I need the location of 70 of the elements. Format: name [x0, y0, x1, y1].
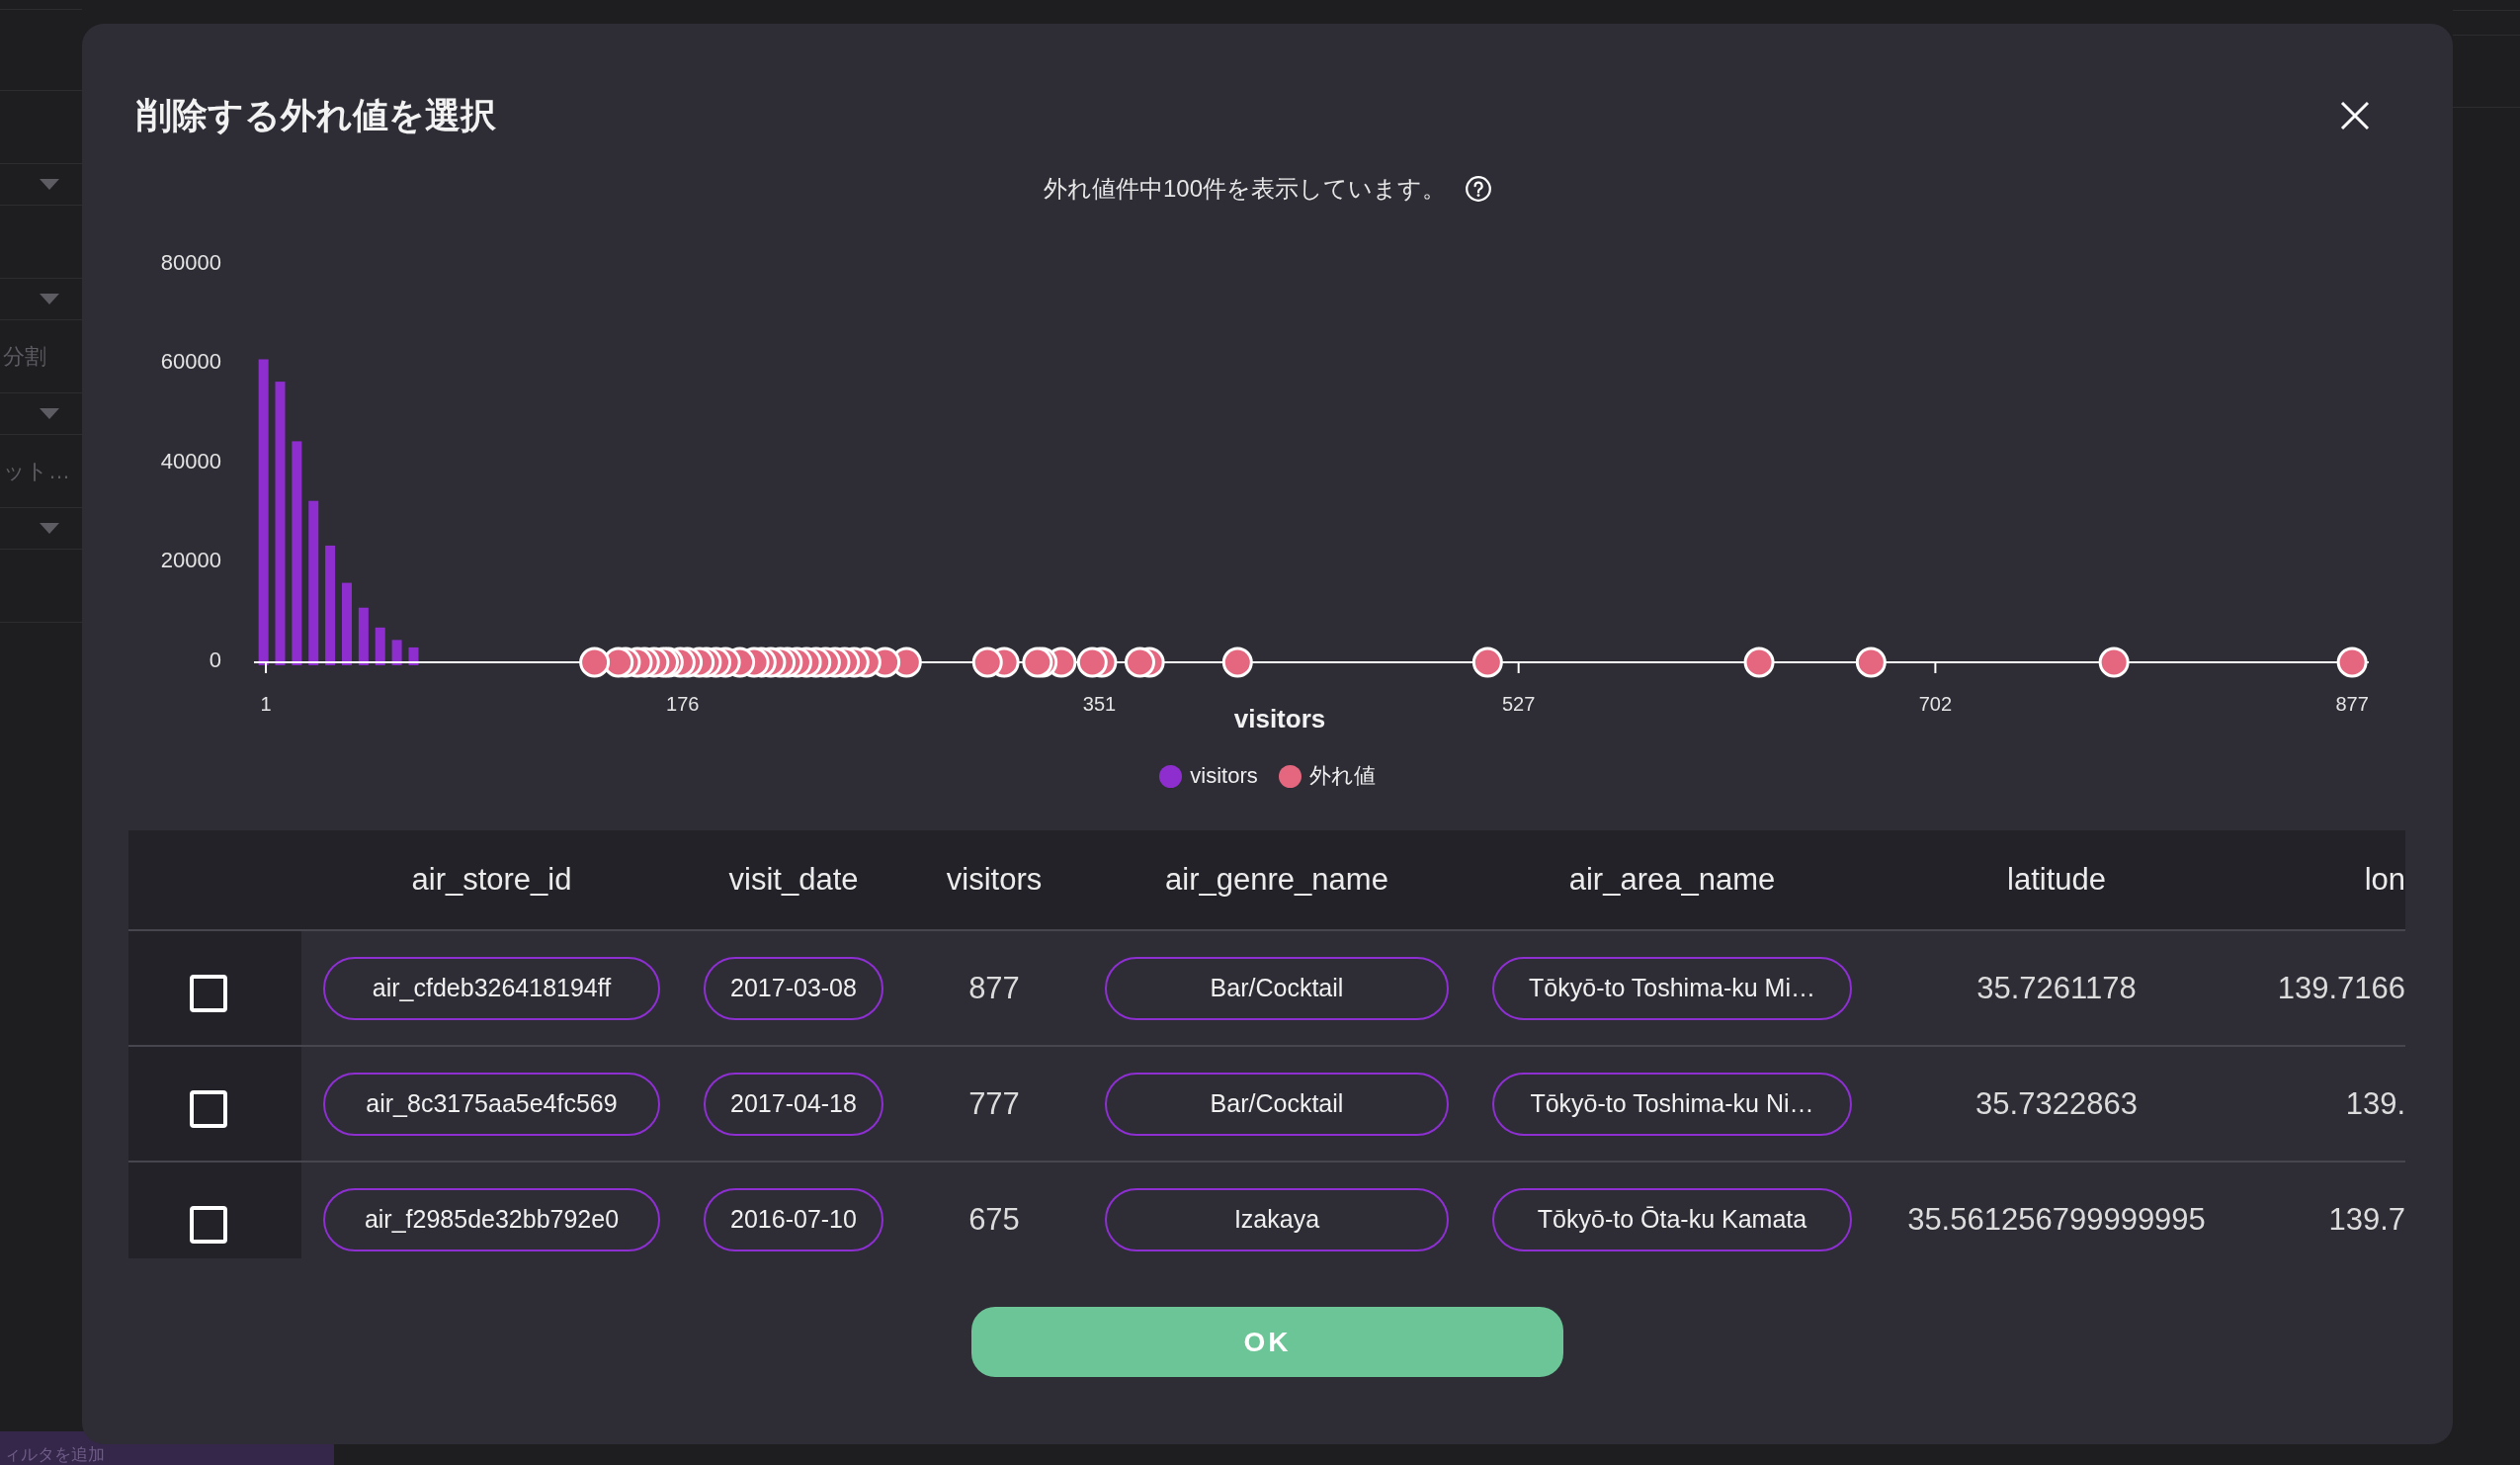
outlier-point [579, 646, 611, 678]
column-header: visitors [946, 862, 1043, 898]
value-chip: air_f2985de32bb792e0 [323, 1187, 660, 1251]
value-chip: Bar/Cocktail [1105, 956, 1449, 1020]
column-header: air_genre_name [1165, 862, 1388, 898]
axis-tick-label: 1 [260, 693, 272, 715]
outlier-point [2098, 646, 2130, 678]
column-header: latitude [2007, 862, 2106, 898]
table-cell: 139.7 [2328, 1201, 2405, 1238]
axis-tick-label: 40000 [160, 448, 221, 474]
outlier-point [1125, 646, 1155, 678]
axis-tick-label: 351 [1082, 693, 1117, 715]
dialog-title: 削除する外れ値を選択 [136, 94, 496, 137]
value-chip: Tōkyō-to Ōta-ku Kamata [1492, 1187, 1852, 1251]
column-header: lon [2364, 862, 2405, 898]
outlier-point [1076, 646, 1108, 678]
outlier-point [1221, 646, 1253, 678]
table-cell: 675 [968, 1201, 1020, 1238]
value-chip: air_8c3175aa5e4fc569 [323, 1072, 660, 1136]
legend-label: visitors [1190, 763, 1258, 789]
legend-label: 外れ値 [1308, 762, 1376, 790]
sidebar-label: 分割 [3, 342, 46, 371]
table-cell: 139.7166 [2277, 970, 2405, 1006]
caret-down-icon[interactable] [40, 294, 59, 304]
axis-tick-label: 702 [1918, 693, 1953, 715]
table-cell: 777 [968, 1085, 1020, 1122]
axis-title: visitors [1233, 704, 1326, 733]
help-icon[interactable] [1466, 176, 1491, 202]
caret-down-icon[interactable] [40, 523, 59, 534]
row-checkbox[interactable] [189, 974, 227, 1012]
outlier-point [971, 646, 1003, 678]
value-chip: 2017-04-18 [704, 1072, 883, 1136]
caret-down-icon[interactable] [40, 408, 59, 419]
value-chip: Tōkyō-to Toshima-ku Ni… [1492, 1072, 1852, 1136]
histogram-bar [408, 646, 419, 665]
axis-tick-label: 877 [2335, 693, 2369, 715]
histogram-bar [375, 627, 385, 665]
row-checkbox[interactable] [189, 1205, 227, 1244]
axis-tick-label: 60000 [160, 349, 221, 374]
outlier-count-note: 外れ値件中100件を表示しています。 [1043, 174, 1446, 204]
histogram-bar [391, 640, 402, 665]
outlier-point [1743, 646, 1775, 678]
value-chip: Bar/Cocktail [1105, 1072, 1449, 1136]
table-cell: 877 [968, 970, 1020, 1006]
value-chip: 2016-07-10 [704, 1187, 883, 1251]
outlier-point [1471, 646, 1503, 678]
column-header: air_area_name [1568, 862, 1776, 898]
value-chip: air_cfdeb326418194ff [323, 956, 660, 1020]
table-cell: 35.7322863 [1975, 1085, 2138, 1122]
value-chip: Tōkyō-to Toshima-ku Mi… [1492, 956, 1852, 1020]
value-chip: 2017-03-08 [704, 956, 883, 1020]
row-checkbox[interactable] [189, 1089, 227, 1128]
axis-tick-label: 80000 [160, 249, 221, 275]
caret-down-icon[interactable] [40, 179, 59, 190]
axis-tick-label: 20000 [160, 548, 221, 572]
outlier-point [1855, 646, 1887, 678]
table-cell: 35.561256799999995 [1907, 1201, 2206, 1238]
table-cell: 35.7261178 [1976, 970, 2137, 1006]
axis-tick-label: 176 [666, 693, 700, 715]
histogram-bar [358, 607, 369, 665]
close-icon[interactable] [2340, 101, 2370, 130]
column-header: air_store_id [411, 862, 572, 898]
axis-tick-label: 0 [209, 646, 221, 672]
sidebar-label: ット… [3, 457, 70, 485]
table-cell: 139. [2345, 1085, 2405, 1122]
axis-tick-label: 527 [1501, 693, 1536, 715]
value-chip: Izakaya [1105, 1187, 1449, 1251]
column-header: visit_date [728, 862, 859, 898]
outlier-point [2336, 646, 2368, 678]
ok-button[interactable]: OK [971, 1307, 1563, 1377]
